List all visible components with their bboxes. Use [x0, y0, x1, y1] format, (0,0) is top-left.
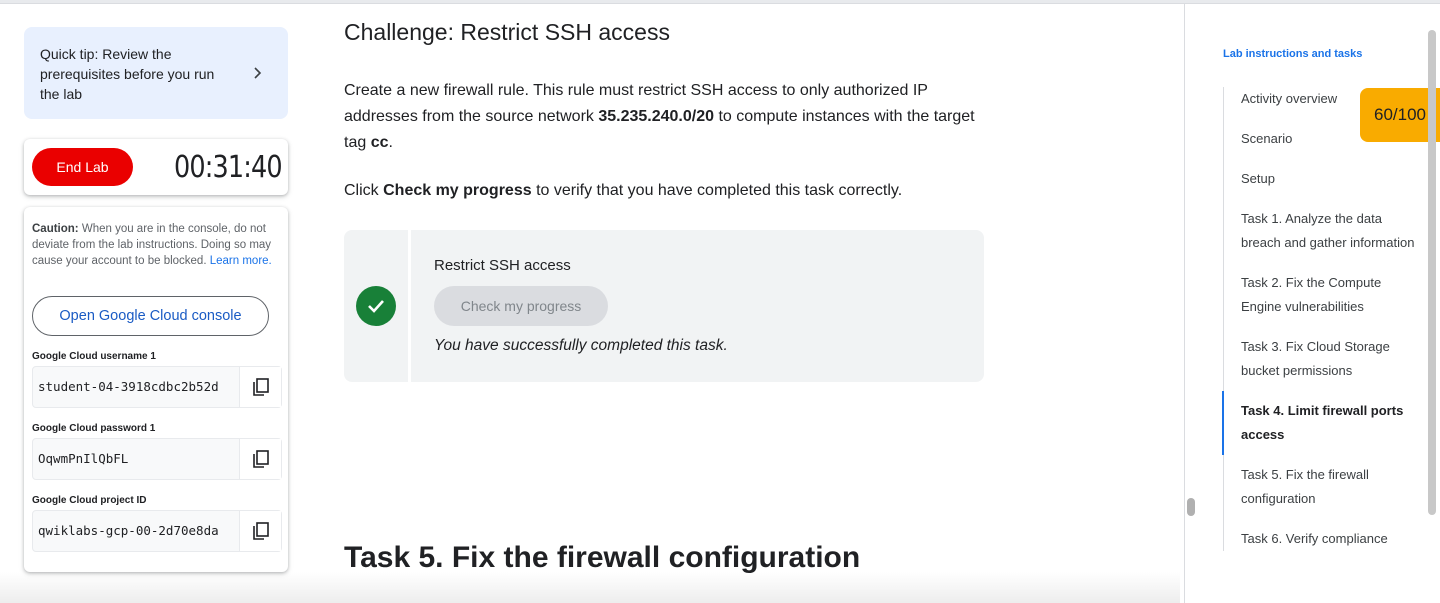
username-label: Google Cloud username 1 [32, 351, 156, 362]
content-divider [1184, 4, 1185, 603]
end-lab-button[interactable]: End Lab [32, 148, 133, 186]
check-my-progress-button[interactable]: Check my progress [434, 286, 608, 326]
check-circle-icon [356, 286, 396, 326]
lab-timer-card: End Lab 00:31:40 [24, 139, 288, 195]
project-id-field[interactable]: qwiklabs-gcp-00-2d70e8da [32, 510, 282, 552]
lab-control-panel: Quick tip: Review the prerequisites befo… [24, 0, 288, 603]
toc-item-task-4[interactable]: Task 4. Limit firewall ports access [1222, 391, 1423, 455]
open-console-button[interactable]: Open Google Cloud console [32, 296, 269, 336]
lab-instructions: Challenge: Restrict SSH access Create a … [344, 0, 1164, 603]
caution-label: Caution: [32, 223, 79, 235]
toc-item-task-3[interactable]: Task 3. Fix Cloud Storage bucket permiss… [1224, 335, 1423, 383]
copy-icon [252, 450, 269, 468]
section-heading: Challenge: Restrict SSH access [344, 19, 670, 45]
copy-icon [252, 522, 269, 540]
bottom-fade [0, 572, 1180, 603]
quick-tip-card[interactable]: Quick tip: Review the prerequisites befo… [24, 27, 288, 119]
project-id-value: qwiklabs-gcp-00-2d70e8da [38, 523, 219, 538]
toc-item-task-6[interactable]: Task 6. Verify compliance [1224, 527, 1423, 551]
copy-username-button[interactable] [239, 367, 281, 407]
copy-icon [252, 378, 269, 396]
toc-list: Activity overview Scenario Setup Task 1.… [1222, 87, 1423, 551]
instruction-text-end: . [388, 134, 393, 151]
learn-more-link[interactable]: Learn more. [210, 255, 272, 267]
checkmark-icon [368, 300, 384, 313]
task-title: Restrict SSH access [434, 257, 571, 274]
copy-project-id-button[interactable] [239, 511, 281, 551]
source-network: 35.235.240.0/20 [598, 108, 715, 125]
password-value: OqwmPnIlQbFL [38, 451, 129, 466]
check-progress-ref: Check my progress [383, 182, 532, 199]
caution-text: Caution: When you are in the console, do… [32, 221, 280, 269]
quick-tip-text: Quick tip: Review the prerequisites befo… [40, 46, 215, 102]
toc-item-task-5[interactable]: Task 5. Fix the firewall configuration [1224, 463, 1423, 511]
instruction-paragraph: Create a new firewall rule. This rule mu… [344, 78, 984, 156]
task-box-divider [408, 230, 411, 382]
toc-item-setup[interactable]: Setup [1224, 167, 1423, 191]
toc-heading: Lab instructions and tasks [1223, 48, 1363, 60]
password-field[interactable]: OqwmPnIlQbFL [32, 438, 282, 480]
toc-scrollbar-thumb[interactable] [1428, 30, 1436, 515]
password-label: Google Cloud password 1 [32, 423, 156, 434]
click-suffix: to verify that you have completed this t… [531, 182, 903, 199]
toc-item-task-1[interactable]: Task 1. Analyze the data breach and gath… [1224, 207, 1423, 255]
username-field[interactable]: student-04-3918cdbc2b52d [32, 366, 282, 408]
task-success-message: You have successfully completed this tas… [434, 337, 728, 354]
credentials-card: Caution: When you are in the console, do… [24, 207, 288, 572]
next-task-heading: Task 5. Fix the firewall configuration [344, 541, 861, 574]
copy-password-button[interactable] [239, 439, 281, 479]
lab-timer: 00:31:40 [174, 150, 283, 185]
progress-instruction: Click Check my progress to verify that y… [344, 178, 902, 204]
target-tag: cc [370, 134, 389, 151]
task-progress-box: Restrict SSH access Check my progress Yo… [344, 230, 984, 382]
username-value: student-04-3918cdbc2b52d [38, 379, 219, 394]
main-scrollbar-thumb[interactable] [1187, 498, 1195, 516]
toc-item-task-2[interactable]: Task 2. Fix the Compute Engine vulnerabi… [1224, 271, 1423, 319]
toc-scrollbar[interactable] [1426, 30, 1438, 603]
click-prefix: Click [344, 182, 384, 199]
project-id-label: Google Cloud project ID [32, 495, 147, 506]
chevron-right-icon [254, 67, 262, 79]
